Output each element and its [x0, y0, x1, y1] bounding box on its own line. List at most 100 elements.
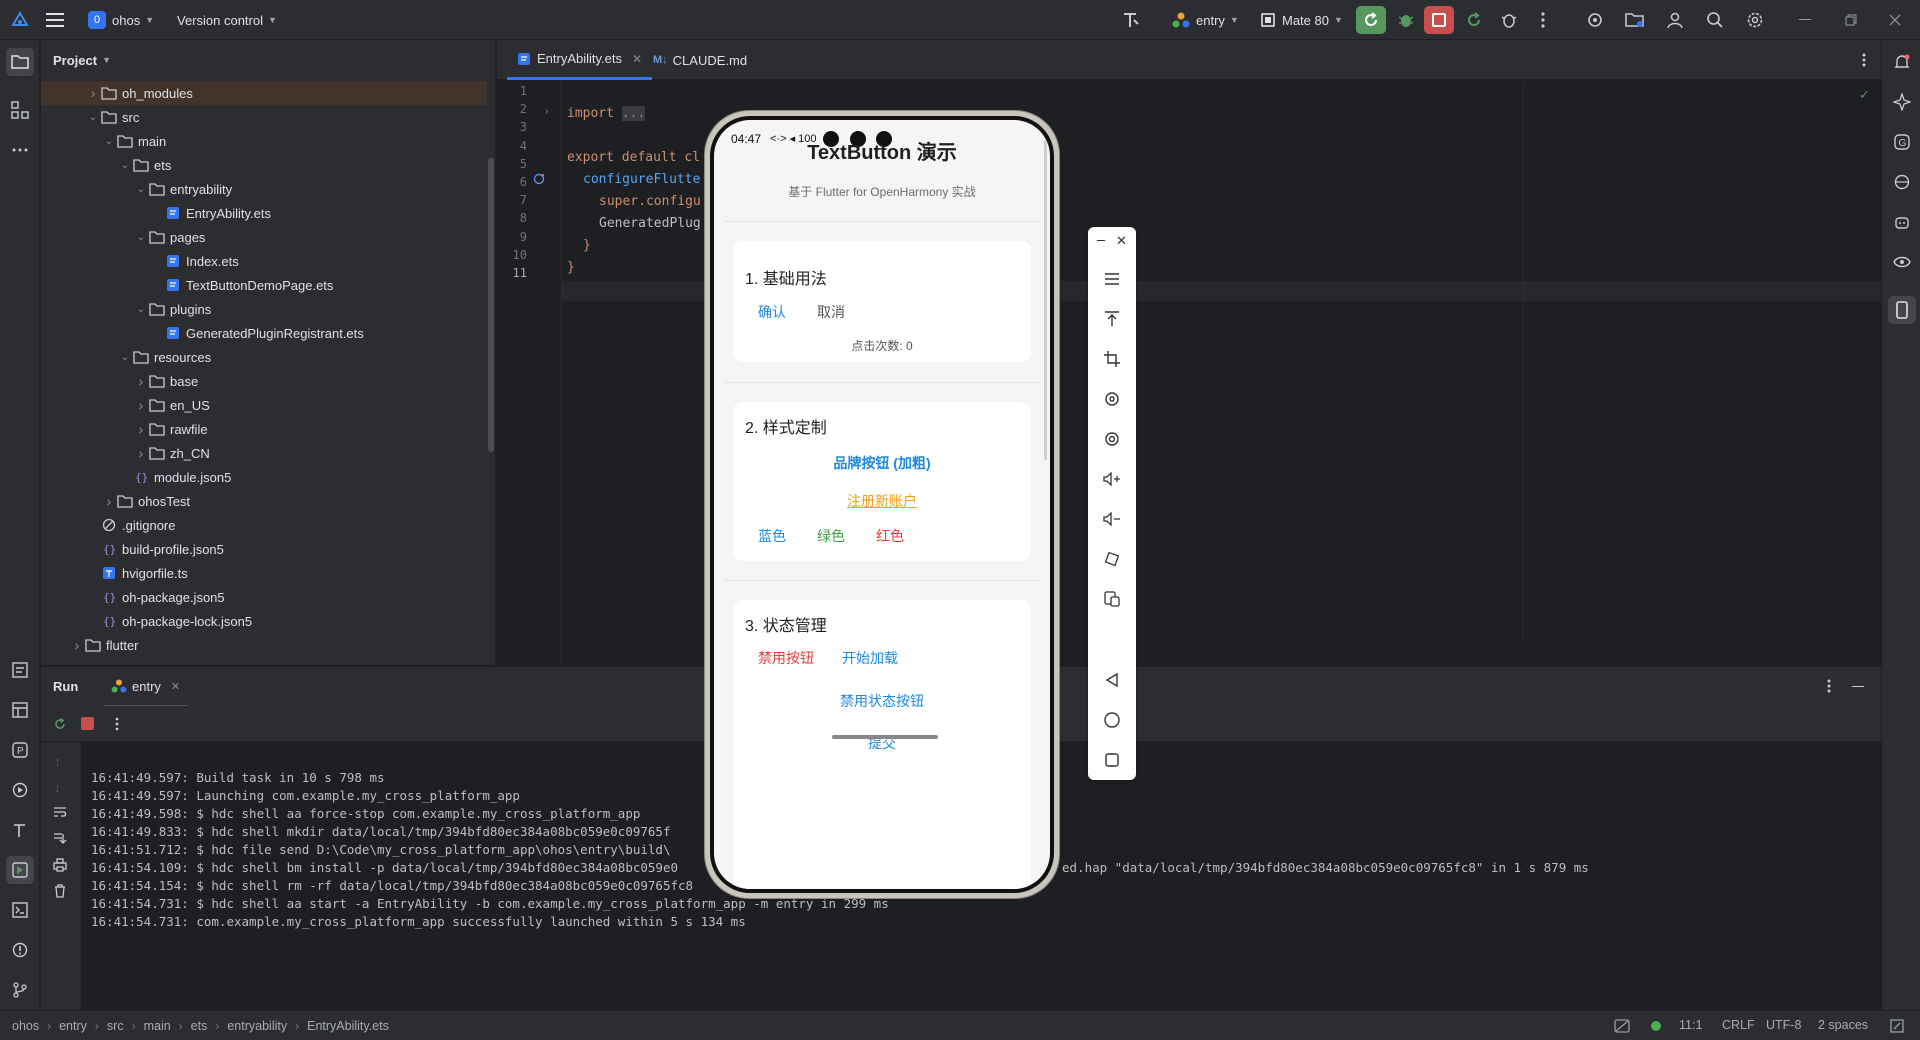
override-gutter-icon[interactable] [533, 173, 545, 185]
tree-item[interactable]: .gitignore [41, 513, 487, 537]
tab-claude-md[interactable]: M↓ CLAUDE.md [643, 40, 757, 80]
status-ok-dot[interactable] [1651, 1021, 1661, 1031]
emulator-multi-screen-icon[interactable] [1098, 585, 1126, 613]
file-encoding[interactable]: UTF-8 [1766, 1018, 1801, 1032]
lock-edit-icon[interactable] [1890, 1019, 1904, 1033]
build-hammer-icon[interactable] [6, 816, 34, 844]
tree-item[interactable]: ⌄ src [41, 105, 487, 129]
maximize-window-icon[interactable] [1836, 6, 1866, 34]
scroll-to-end-icon[interactable] [53, 832, 67, 844]
tree-item[interactable]: {} oh-package-lock.json5 [41, 609, 487, 633]
hide-panel-icon[interactable] [1852, 686, 1864, 687]
start-loading-button[interactable]: 开始加载 [842, 648, 898, 668]
print-icon[interactable] [53, 858, 67, 872]
chevron-right-icon[interactable]: › [133, 373, 149, 389]
chevron-down-icon[interactable]: ⌄ [117, 160, 133, 171]
emulator-shake-icon[interactable] [1098, 545, 1126, 573]
structure-icon[interactable] [6, 96, 34, 124]
cancel-button[interactable]: 取消 [817, 302, 845, 322]
tree-item[interactable]: ⌄ entryability [41, 177, 487, 201]
chevron-right-icon[interactable]: › [85, 85, 101, 101]
emulator-rotate-right-icon[interactable] [1098, 425, 1126, 453]
chevron-right-icon[interactable]: › [133, 397, 149, 413]
folded-imports[interactable]: ... [621, 106, 646, 121]
chevron-right-icon[interactable]: › [133, 421, 149, 437]
services-icon[interactable] [6, 776, 34, 804]
tree-item[interactable]: ⌄ plugins [41, 297, 487, 321]
close-tab-icon[interactable]: ✕ [171, 680, 180, 693]
tree-item[interactable]: ⌄ ets [41, 153, 487, 177]
register-button[interactable]: 注册新账户 [733, 491, 1031, 511]
stop-run-icon[interactable] [81, 717, 94, 730]
tree-item[interactable]: › oh_modules [41, 81, 487, 105]
emulator-minimize-icon[interactable] [1097, 240, 1105, 241]
emulator-rotate-icon[interactable] [1098, 385, 1126, 413]
tree-item[interactable]: › zh_CN [41, 441, 487, 465]
attach-debugger-icon[interactable] [1494, 6, 1524, 34]
breadcrumb-item[interactable]: main [144, 1019, 171, 1033]
tree-item[interactable]: {} oh-package.json5 [41, 585, 487, 609]
emulator-menu-icon[interactable] [1098, 265, 1126, 293]
eye-preview-icon[interactable] [1888, 248, 1916, 276]
layout-icon[interactable] [6, 696, 34, 724]
tree-item[interactable]: Index.ets [41, 249, 487, 273]
chevron-down-icon[interactable]: ⌄ [101, 136, 117, 147]
emulator-volume-up-icon[interactable] [1098, 465, 1126, 493]
tree-item[interactable]: › rawfile [41, 417, 487, 441]
caret-position[interactable]: 11:1 [1679, 1018, 1702, 1032]
chevron-down-icon[interactable]: ⌄ [85, 112, 101, 123]
run-tab-entry[interactable]: entry ✕ [103, 667, 189, 707]
breadcrumb-item[interactable]: entryability [227, 1019, 287, 1033]
phone-scrollbar[interactable] [1044, 140, 1047, 460]
breadcrumb-item[interactable]: src [107, 1019, 124, 1033]
tree-item[interactable]: › base [41, 369, 487, 393]
breadcrumb-item[interactable]: EntryAbility.ets [307, 1019, 389, 1033]
no-network-icon[interactable] [1614, 1019, 1630, 1033]
clear-trash-icon[interactable] [53, 884, 67, 898]
main-menu-icon[interactable] [46, 0, 64, 40]
chevron-down-icon[interactable]: ⌄ [117, 352, 133, 363]
inspection-ok-check-icon[interactable]: ✓ [1859, 87, 1870, 103]
emulator-volume-down-icon[interactable] [1098, 505, 1126, 533]
tree-item[interactable]: TextButtonDemoPage.ets [41, 273, 487, 297]
app-logo-icon[interactable] [10, 0, 30, 40]
copilot-icon[interactable]: G [1888, 128, 1916, 156]
breadcrumb-item[interactable]: ets [191, 1019, 208, 1033]
ai-sparkle-icon[interactable] [1888, 88, 1916, 116]
emulator-home-icon[interactable] [1098, 706, 1126, 734]
brand-button[interactable]: 品牌按钮 (加粗) [733, 453, 1031, 473]
green-button[interactable]: 绿色 [817, 526, 845, 546]
minimize-window-icon[interactable] [1790, 6, 1820, 34]
hammer-build-icon[interactable] [1116, 6, 1146, 34]
red-button[interactable]: 红色 [876, 526, 904, 546]
tree-item[interactable]: EntryAbility.ets [41, 201, 487, 225]
project-panel-header[interactable]: Project ▼ [41, 40, 496, 80]
scroll-down-arrow-icon[interactable]: ↓ [54, 780, 61, 795]
project-folder-icon[interactable] [6, 48, 34, 76]
confirm-button[interactable]: 确认 [758, 302, 786, 322]
globe-icon[interactable] [1888, 168, 1916, 196]
breadcrumb-item[interactable]: entry [59, 1019, 87, 1033]
emulator-close-icon[interactable]: ✕ [1116, 233, 1127, 249]
fold-chevron-icon[interactable]: › [545, 106, 548, 117]
profiler-icon[interactable]: P [6, 736, 34, 764]
terminal-icon[interactable] [6, 896, 34, 924]
emulator-back-icon[interactable] [1098, 666, 1126, 694]
tree-item[interactable]: {} build-profile.json5 [41, 537, 487, 561]
blue-button[interactable]: 蓝色 [758, 526, 786, 546]
line-separator[interactable]: CRLF [1722, 1018, 1755, 1032]
emulator-recents-icon[interactable] [1098, 746, 1126, 774]
rerun-icon[interactable] [53, 717, 67, 731]
device-manager-phone-icon[interactable] [1888, 296, 1916, 324]
scroll-up-arrow-icon[interactable]: ↑ [54, 754, 61, 769]
robot-icon[interactable] [1888, 208, 1916, 236]
chevron-right-icon[interactable]: › [101, 493, 117, 509]
apply-changes-icon[interactable] [1459, 6, 1489, 34]
more-horizontal-icon[interactable] [6, 136, 34, 164]
phone-screen[interactable]: 04:47 <·> ◂ 100 TextButton 演示 基于 Flutter… [714, 120, 1050, 889]
todo-icon[interactable] [6, 656, 34, 684]
project-selector[interactable]: 0 ohos ▼ [88, 0, 154, 40]
account-icon[interactable] [1660, 6, 1690, 34]
settings-gear-icon[interactable] [1740, 6, 1770, 34]
run-options-more-icon[interactable] [115, 717, 119, 731]
